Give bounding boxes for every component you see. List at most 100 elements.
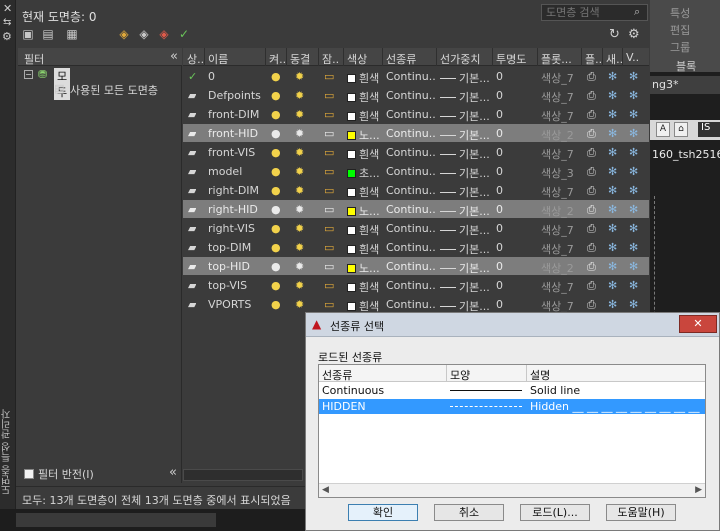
layer-transparency[interactable]: 0 xyxy=(496,165,536,178)
layer-plot-style[interactable]: 색상_7 xyxy=(541,108,581,124)
layer-color[interactable]: 흰색 xyxy=(347,241,381,257)
lightbulb-icon[interactable]: ● xyxy=(271,279,281,292)
printer-icon[interactable]: ⎙ xyxy=(587,241,596,255)
sun-icon[interactable]: ✹ xyxy=(295,146,304,159)
scroll-right-icon[interactable]: ▶ xyxy=(695,485,702,495)
layer-linetype[interactable]: Continu... xyxy=(386,222,436,235)
layer-linetype[interactable]: Continu... xyxy=(386,279,436,292)
layer-color[interactable]: 흰색 xyxy=(347,184,381,200)
layer-transparency[interactable]: 0 xyxy=(496,146,536,159)
unlock-icon[interactable]: ▭ xyxy=(324,127,334,140)
layer-linetype[interactable]: Continu... xyxy=(386,241,436,254)
new-vp-freeze-icon[interactable]: ✻ xyxy=(608,184,617,197)
layer-color[interactable]: 노... xyxy=(347,203,381,219)
layer-color[interactable]: 흰색 xyxy=(347,89,381,105)
properties-icon[interactable]: ⚙ xyxy=(2,30,12,43)
printer-icon[interactable]: ⎙ xyxy=(587,165,596,179)
layer-status-icon[interactable]: ▰ xyxy=(188,108,196,121)
vp-freeze-icon[interactable]: ✻ xyxy=(629,241,638,254)
new-vp-freeze-icon[interactable]: ✻ xyxy=(608,298,617,311)
layer-color[interactable]: 흰색 xyxy=(347,70,381,86)
checkbox-box[interactable] xyxy=(24,469,34,479)
layer-transparency[interactable]: 0 xyxy=(496,298,536,311)
layer-row[interactable]: ✓ 0 ● ✹ ▭ 흰색 Continu... 기본... 0 색상_7 ⎙ ✻ ✻ xyxy=(183,67,649,85)
cancel-button[interactable]: 취소 xyxy=(434,504,504,521)
layer-transparency[interactable]: 0 xyxy=(496,127,536,140)
layer-row[interactable]: ▰ VPORTS ● ✹ ▭ 흰색 Continu... 기본... 0 색상_7 ⎙ ✻ ✻ xyxy=(183,295,649,313)
layer-color[interactable]: 노... xyxy=(347,260,381,276)
lightbulb-icon[interactable]: ● xyxy=(271,298,281,311)
layer-name[interactable]: 0 xyxy=(208,70,264,83)
layer-lineweight[interactable]: 기본... xyxy=(440,184,492,200)
layer-transparency[interactable]: 0 xyxy=(496,260,536,273)
set-current-icon[interactable]: ✓ xyxy=(176,26,192,42)
load-button[interactable]: 로드(L)... xyxy=(520,504,590,521)
vp-freeze-icon[interactable]: ✻ xyxy=(629,146,638,159)
linetype-row[interactable]: HIDDEN Hidden __ __ __ __ __ __ __ __ __ … xyxy=(319,399,705,414)
layer-transparency[interactable]: 0 xyxy=(496,279,536,292)
help-button[interactable]: 도움말(H) xyxy=(606,504,676,521)
layer-name[interactable]: right-VIS xyxy=(208,222,264,235)
sun-icon[interactable]: ✹ xyxy=(295,108,304,121)
vp-freeze-icon[interactable]: ✻ xyxy=(629,203,638,216)
new-vp-freeze-icon[interactable]: ✻ xyxy=(608,127,617,140)
col-plot[interactable]: 플.. xyxy=(585,51,601,67)
unlock-icon[interactable]: ▭ xyxy=(324,89,334,102)
layer-lineweight[interactable]: 기본... xyxy=(440,146,492,162)
printer-icon[interactable]: ⎙ xyxy=(587,146,596,160)
linetype-hscrollbar[interactable]: ◀ ▶ xyxy=(319,483,705,497)
layer-lineweight[interactable]: 기본... xyxy=(440,241,492,257)
printer-icon[interactable]: ⎙ xyxy=(587,89,596,103)
new-vp-freeze-icon[interactable]: ✻ xyxy=(608,70,617,83)
linetype-row[interactable]: Continuous Solid line xyxy=(319,383,705,398)
layer-linetype[interactable]: Continu... xyxy=(386,70,436,83)
layer-name[interactable]: top-VIS xyxy=(208,279,264,292)
sun-icon[interactable]: ✹ xyxy=(295,222,304,235)
layer-row[interactable]: ▰ right-DIM ● ✹ ▭ 흰색 Continu... 기본... 0 색상_7 ⎙ ✻ ✻ xyxy=(183,181,649,199)
lightbulb-icon[interactable]: ● xyxy=(271,222,281,235)
search-icon[interactable]: ⌕ xyxy=(634,5,640,19)
lightbulb-icon[interactable]: ● xyxy=(271,184,281,197)
layer-linetype[interactable]: Continu... xyxy=(386,184,436,197)
ok-button[interactable]: 확인 xyxy=(348,504,418,521)
layer-transparency[interactable]: 0 xyxy=(496,222,536,235)
layer-linetype[interactable]: Continu... xyxy=(386,89,436,102)
printer-icon[interactable]: ⎙ xyxy=(587,222,596,236)
layer-transparency[interactable]: 0 xyxy=(496,184,536,197)
layer-name[interactable]: VPORTS xyxy=(208,298,264,311)
vp-freeze-icon[interactable]: ✻ xyxy=(629,165,638,178)
ribbon-edit[interactable]: 편집 xyxy=(670,22,690,38)
sun-icon[interactable]: ✹ xyxy=(295,89,304,102)
col-color[interactable]: 색상 xyxy=(347,51,379,67)
unlock-icon[interactable]: ▭ xyxy=(324,241,334,254)
new-vp-freeze-icon[interactable]: ✻ xyxy=(608,146,617,159)
toolbar-button[interactable]: A xyxy=(656,122,670,137)
layer-transparency[interactable]: 0 xyxy=(496,108,536,121)
layer-color[interactable]: 초... xyxy=(347,165,381,181)
sun-icon[interactable]: ✹ xyxy=(295,127,304,140)
new-vp-freeze-icon[interactable]: ✻ xyxy=(608,279,617,292)
lightbulb-icon[interactable]: ● xyxy=(271,165,281,178)
lightbulb-icon[interactable]: ● xyxy=(271,203,281,216)
printer-icon[interactable]: ⎙ xyxy=(587,108,596,122)
ribbon-block-label[interactable]: 블록 xyxy=(676,58,696,74)
printer-icon[interactable]: ⎙ xyxy=(587,127,596,141)
lightbulb-icon[interactable]: ● xyxy=(271,127,281,140)
lightbulb-icon[interactable]: ● xyxy=(271,70,281,83)
layer-row[interactable]: ▰ right-HID ● ✹ ▭ 노... Continu... 기본... 0 색상_2 ⎙ ✻ ✻ xyxy=(183,200,649,218)
new-vp-freeze-icon[interactable]: ✻ xyxy=(608,165,617,178)
horizontal-scrollbar[interactable] xyxy=(183,469,303,481)
layer-lineweight[interactable]: 기본... xyxy=(440,108,492,124)
layer-lineweight[interactable]: 기본... xyxy=(440,279,492,295)
layer-plot-style[interactable]: 색상_2 xyxy=(541,127,581,143)
layer-plot-style[interactable]: 색상_2 xyxy=(541,203,581,219)
layer-plot-style[interactable]: 색상_7 xyxy=(541,184,581,200)
layer-name[interactable]: top-HID xyxy=(208,260,264,273)
layer-row[interactable]: ▰ front-DIM ● ✹ ▭ 흰색 Continu... 기본... 0 색상_7 ⎙ ✻ ✻ xyxy=(183,105,649,123)
vp-freeze-icon[interactable]: ✻ xyxy=(629,70,638,83)
document-tab[interactable]: ng3* xyxy=(650,76,720,94)
unlock-icon[interactable]: ▭ xyxy=(324,165,334,178)
toolbar-button[interactable]: ⌂ xyxy=(674,122,688,137)
printer-icon[interactable]: ⎙ xyxy=(587,298,596,312)
layer-plot-style[interactable]: 색상_7 xyxy=(541,241,581,257)
